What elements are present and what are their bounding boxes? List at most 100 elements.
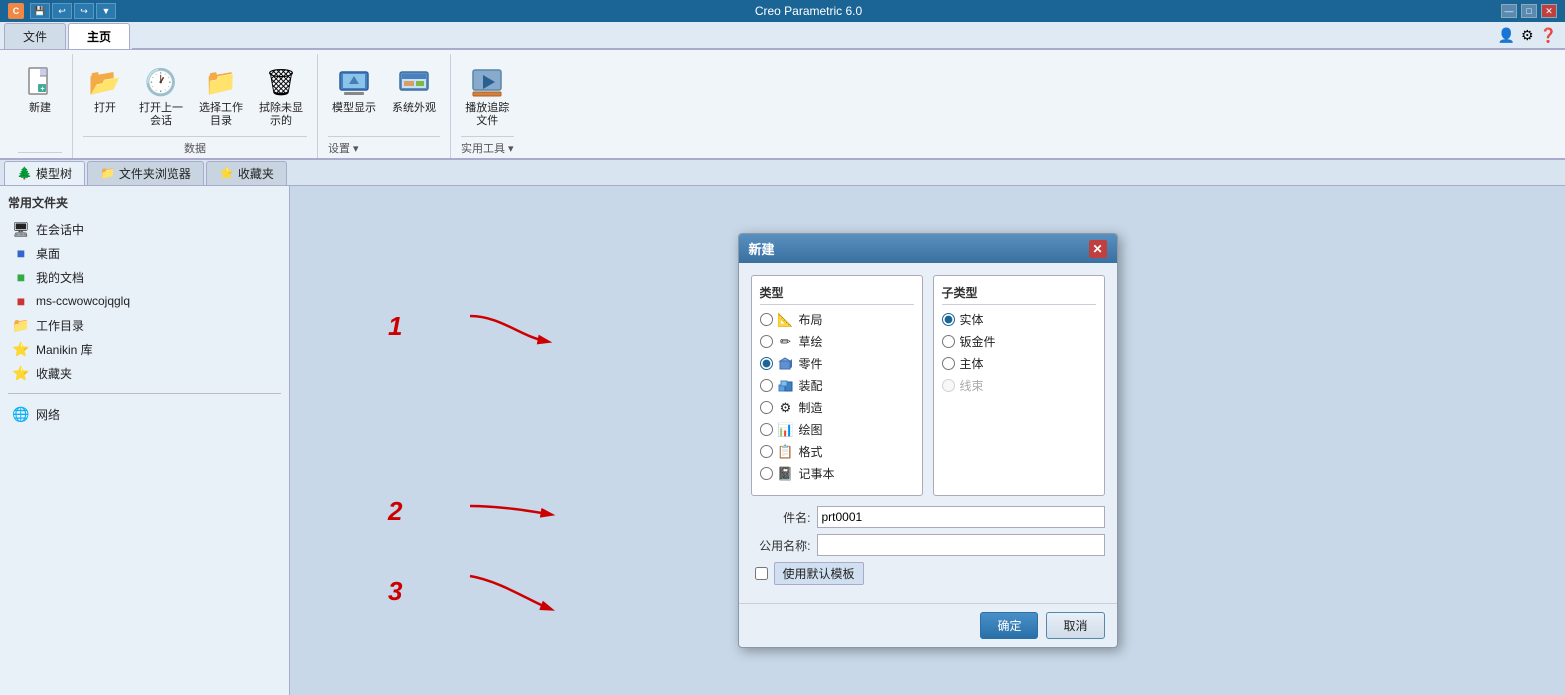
type-part-radio[interactable] [760,357,773,370]
minimize-btn[interactable]: — [1501,4,1517,18]
subtype-sheetmetal-radio[interactable] [942,335,955,348]
ribbon: + 新建 📂 打开 🕐 打开上一会话 📁 选择工作目录 🗑 [0,50,1565,160]
layout-icon: 📐 [778,312,794,328]
type-drawing-radio[interactable] [760,423,773,436]
subtype-solid[interactable]: 实体 [942,311,1096,328]
type-sketch[interactable]: ✏ 草绘 [760,333,914,350]
sub-tab-model-tree[interactable]: 🌲 模型树 [4,161,85,185]
maximize-btn[interactable]: □ [1521,4,1537,18]
type-format[interactable]: 📋 格式 [760,443,914,460]
sidebar-item-ms-folder[interactable]: ■ ms-ccwowcojqglq [8,289,281,313]
subtype-body[interactable]: 主体 [942,355,1096,372]
playback-button[interactable]: 播放追踪文件 [461,60,513,132]
subtype-sheetmetal[interactable]: 钣金件 [942,333,1096,350]
favorites-icon: ⭐ [219,166,234,180]
open-button-label: 打开 [94,102,116,115]
sidebar-item-network[interactable]: 🌐 网络 [8,402,281,426]
sidebar-item-session[interactable]: 🖥 在会话中 [8,217,281,241]
type-format-radio[interactable] [760,445,773,458]
quick-save-btn[interactable]: 💾 [30,3,50,19]
type-manufacture-radio[interactable] [760,401,773,414]
model-display-button[interactable]: 模型显示 [328,60,380,119]
type-notepad[interactable]: 📓 记事本 [760,465,914,482]
dialog-form: 件名: 公用名称: 使用默认模板 [751,506,1105,585]
system-view-icon [396,64,432,100]
open-button[interactable]: 📂 打开 [83,60,127,119]
dialog-close-btn[interactable]: ✕ [1089,240,1107,258]
favorites-folder-icon: ⭐ [12,364,30,382]
new-button-label: 新建 [29,102,51,115]
sub-tab-favorites[interactable]: ⭐ 收藏夹 [206,161,287,185]
use-template-label: 使用默认模板 [774,562,864,585]
sidebar-item-favorites[interactable]: ⭐ 收藏夹 [8,361,281,385]
ribbon-group-settings-content: 模型显示 系统外观 [328,54,440,136]
common-name-row: 公用名称: [751,534,1105,556]
new-dialog: 新建 ✕ 类型 📐 布局 [738,233,1118,648]
subtype-harness[interactable]: 线束 [942,377,1096,394]
sidebar-item-my-docs[interactable]: ■ 我的文档 [8,265,281,289]
type-layout-radio[interactable] [760,313,773,326]
use-template-checkbox[interactable] [755,567,768,580]
type-assembly-radio[interactable] [760,379,773,392]
playback-icon [469,64,505,100]
main-content: 1 2 3 [290,186,1565,695]
harness-label: 线束 [960,377,984,394]
subtype-section: 子类型 实体 钣金件 主体 [933,275,1105,496]
subtype-body-radio[interactable] [942,357,955,370]
common-name-input[interactable] [817,534,1105,556]
sidebar-item-desktop[interactable]: ■ 桌面 [8,241,281,265]
manikin-icon: ⭐ [12,340,30,358]
quick-redo-btn[interactable]: ↪ [74,3,94,19]
type-drawing[interactable]: 📊 绘图 [760,421,914,438]
notepad-icon: 📓 [778,466,794,482]
ok-button[interactable]: 确定 [980,612,1038,639]
sidebar-item-work-dir[interactable]: 📁 工作目录 [8,313,281,337]
ribbon-group-settings: 模型显示 系统外观 设置 ▾ [318,54,451,158]
type-assembly[interactable]: 装配 [760,377,914,394]
desktop-icon: ■ [12,244,30,262]
network-label: 网络 [36,406,60,423]
close-btn[interactable]: ✕ [1541,4,1557,18]
model-display-icon [336,64,372,100]
layout-label: 布局 [799,311,823,328]
type-part[interactable]: 零件 [760,355,914,372]
sub-tab-file-browser[interactable]: 📁 文件夹浏览器 [87,161,204,185]
type-notepad-radio[interactable] [760,467,773,480]
tab-file[interactable]: 文件 [4,23,66,49]
sidebar-item-manikin[interactable]: ⭐ Manikin 库 [8,337,281,361]
type-section-title: 类型 [760,284,914,305]
new-button[interactable]: + 新建 [18,60,62,119]
tab-home[interactable]: 主页 [68,23,130,49]
help-icon[interactable]: ❓ [1540,27,1557,44]
sketch-icon: ✏ [778,334,794,350]
select-dir-button[interactable]: 📁 选择工作目录 [195,60,247,132]
type-layout[interactable]: 📐 布局 [760,311,914,328]
clear-display-button[interactable]: 🗑 拭除未显示的 [255,60,307,132]
filename-input[interactable] [817,506,1105,528]
open-last-button[interactable]: 🕐 打开上一会话 [135,60,187,132]
sketch-label: 草绘 [799,333,823,350]
clear-icon: 🗑 [263,64,299,100]
new-icon: + [22,64,58,100]
subtype-harness-radio[interactable] [942,379,955,392]
dialog-sections: 类型 📐 布局 ✏ 草绘 [751,275,1105,496]
part-label: 零件 [799,355,823,372]
settings-icon[interactable]: ⚙ [1521,27,1534,44]
open-icon: 📂 [87,64,123,100]
type-sketch-radio[interactable] [760,335,773,348]
subtype-solid-radio[interactable] [942,313,955,326]
type-manufacture[interactable]: ⚙ 制造 [760,399,914,416]
cancel-button[interactable]: 取消 [1046,612,1104,639]
open-last-icon: 🕐 [143,64,179,100]
filename-row: 件名: [751,506,1105,528]
ribbon-group-data: 📂 打开 🕐 打开上一会话 📁 选择工作目录 🗑 拭除未显示的 数据 [73,54,318,158]
window-controls: — □ ✕ [1501,4,1557,18]
sidebar: 常用文件夹 🖥 在会话中 ■ 桌面 ■ 我的文档 ■ ms-ccwowcojqg… [0,186,290,695]
dialog-title: 新建 [749,239,775,258]
system-view-button[interactable]: 系统外观 [388,60,440,119]
quick-dropdown-btn[interactable]: ▼ [96,3,116,19]
quick-undo-btn[interactable]: ↩ [52,3,72,19]
work-dir-label: 工作目录 [36,317,84,334]
ribbon-group-new: + 新建 [8,54,73,158]
manufacture-label: 制造 [799,399,823,416]
